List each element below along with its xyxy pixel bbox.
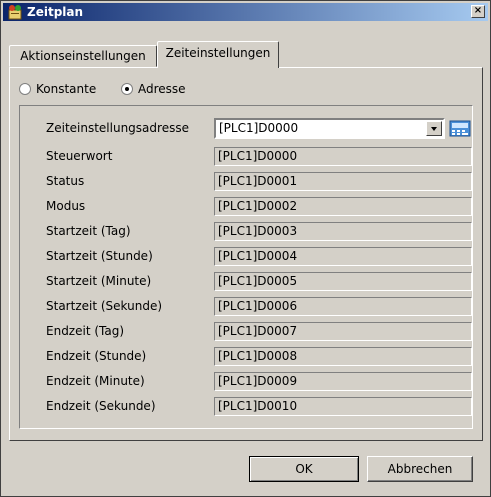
- chevron-down-icon[interactable]: [426, 121, 442, 136]
- dialog-window: Zeitplan × Aktionseinstellungen Zeiteins…: [0, 0, 491, 497]
- address-dropdown-value: [PLC1]D0000: [219, 121, 299, 135]
- close-button[interactable]: ×: [471, 5, 485, 18]
- row-label: Startzeit (Minute): [46, 274, 152, 288]
- row-value-field: [PLC1]D0002: [214, 197, 472, 216]
- row-label: Status: [46, 174, 85, 188]
- row-value-field: [PLC1]D0007: [214, 322, 472, 341]
- row-label: Startzeit (Tag): [46, 224, 131, 238]
- row-value-field: [PLC1]D0009: [214, 372, 472, 391]
- radio-konstante[interactable]: [19, 83, 31, 95]
- tab-aktionseinstellungen[interactable]: Aktionseinstellungen: [9, 45, 157, 67]
- address-label: Zeiteinstellungsadresse: [46, 121, 189, 135]
- row-label: Endzeit (Sekunde): [46, 399, 156, 413]
- row-value-field: [PLC1]D0003: [214, 222, 472, 241]
- schedule-app-icon: [8, 5, 22, 20]
- row-label: Endzeit (Minute): [46, 374, 145, 388]
- row-label: Steuerwort: [46, 149, 113, 163]
- radio-adresse[interactable]: [121, 83, 133, 95]
- row-value-field: [PLC1]D0004: [214, 247, 472, 266]
- address-dropdown[interactable]: [PLC1]D0000: [214, 118, 445, 139]
- title-bar: Zeitplan ×: [3, 3, 488, 21]
- row-value-field: [PLC1]D0006: [214, 297, 472, 316]
- row-label: Modus: [46, 199, 86, 213]
- cancel-button[interactable]: Abbrechen: [367, 456, 473, 482]
- row-label: Startzeit (Sekunde): [46, 299, 163, 313]
- row-label: Endzeit (Stunde): [46, 349, 147, 363]
- radio-selected-dot: [125, 87, 129, 91]
- row-value-field: [PLC1]D0010: [214, 397, 472, 416]
- row-label: Endzeit (Tag): [46, 324, 125, 338]
- ok-button[interactable]: OK: [249, 456, 359, 482]
- row-value-field: [PLC1]D0001: [214, 172, 472, 191]
- radio-adresse-label: Adresse: [138, 82, 186, 96]
- row-label: Startzeit (Stunde): [46, 249, 153, 263]
- radio-konstante-label: Konstante: [36, 82, 97, 96]
- window-title: Zeitplan: [27, 5, 84, 19]
- tab-zeiteinstellungen[interactable]: Zeiteinstellungen: [157, 41, 279, 68]
- row-value-field: [PLC1]D0005: [214, 272, 472, 291]
- row-value-field: [PLC1]D0008: [214, 347, 472, 366]
- address-input-keypad-icon[interactable]: [449, 118, 471, 138]
- row-value-field: [PLC1]D0000: [214, 147, 472, 166]
